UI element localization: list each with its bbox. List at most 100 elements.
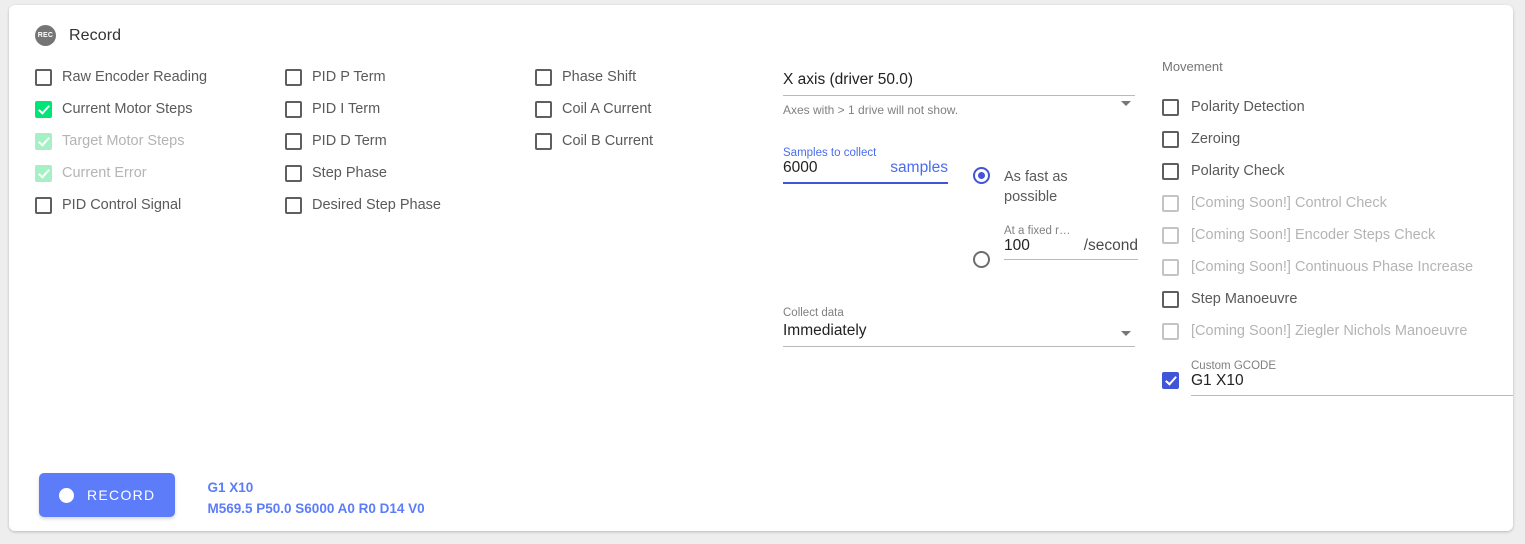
gcode-summary-line-1: G1 X10 — [207, 480, 254, 495]
samples-suffix: samples — [890, 159, 948, 176]
checkbox-label: Step Phase — [312, 165, 387, 181]
checkbox-label: Coil B Current — [562, 133, 654, 149]
signal-checkbox-1-3[interactable]: Step Phase — [285, 157, 441, 189]
capture-settings: X axis (driver 50.0) Axes with > 1 drive… — [783, 71, 1138, 347]
radio-as-fast-as-possible[interactable]: As fast as possible — [973, 167, 1138, 207]
checkbox-label: PID D Term — [312, 133, 387, 149]
movement-checkbox-4: [Coming Soon!] Encoder Steps Check — [1162, 219, 1513, 251]
checkbox[interactable] — [285, 132, 302, 150]
movement-checkbox-list: Polarity Detection Zeroing Polarity Check [… — [1162, 91, 1513, 347]
radio-at-fixed-rate[interactable]: At a fixed r… 100 /second — [973, 225, 1138, 268]
chevron-down-icon — [1121, 331, 1131, 336]
checkbox-label: PID I Term — [312, 101, 381, 117]
checkbox[interactable] — [535, 132, 552, 150]
checkbox-label: [Coming Soon!] Encoder Steps Check — [1191, 227, 1436, 243]
checkbox[interactable] — [1162, 162, 1179, 180]
signal-checkbox-0-4[interactable]: PID Control Signal — [35, 189, 207, 221]
samples-field[interactable]: Samples to collect 6000 samples — [783, 147, 948, 184]
signal-column-2: PID P Term PID I Term PID D Term Step Phase… — [285, 61, 441, 221]
radio-fast-indicator[interactable] — [973, 167, 990, 184]
gcode-summary: G1 X10 M569.5 P50.0 S6000 A0 R0 D14 V0 — [207, 473, 424, 519]
checkbox-label: Current Motor Steps — [62, 101, 193, 117]
checkbox-label: Raw Encoder Reading — [62, 69, 208, 85]
checkbox[interactable] — [1162, 98, 1179, 116]
checkbox[interactable] — [535, 100, 552, 118]
signal-checkbox-0-3: Current Error — [35, 157, 207, 189]
checkbox[interactable] — [1162, 130, 1179, 148]
axis-select[interactable]: X axis (driver 50.0) Axes with > 1 drive… — [783, 71, 1135, 117]
checkbox[interactable] — [535, 68, 552, 86]
axis-helper-text: Axes with > 1 drive will not show. — [783, 103, 959, 117]
checkbox[interactable] — [35, 68, 52, 86]
signal-column-1: Raw Encoder Reading Current Motor Steps Ta… — [35, 61, 207, 221]
checkbox[interactable] — [285, 196, 302, 214]
custom-gcode-field[interactable]: Custom GCODE G1 X10 — [1162, 360, 1513, 396]
checkbox[interactable] — [285, 164, 302, 182]
movement-checkbox-6[interactable]: Step Manoeuvre — [1162, 283, 1513, 315]
rec-icon: REC — [35, 25, 56, 46]
signal-checkbox-0-1[interactable]: Current Motor Steps — [35, 93, 207, 125]
checkbox-label: [Coming Soon!] Control Check — [1191, 195, 1387, 211]
fixed-rate-label: At a fixed r… — [1004, 225, 1071, 237]
signal-checkbox-0-2: Target Motor Steps — [35, 125, 207, 157]
fixed-rate-field[interactable]: At a fixed r… 100 /second — [1004, 225, 1138, 260]
movement-checkbox-1[interactable]: Zeroing — [1162, 123, 1513, 155]
checkbox — [1162, 226, 1179, 244]
record-dot-icon — [59, 487, 74, 503]
signal-checkbox-0-0[interactable]: Raw Encoder Reading — [35, 61, 207, 93]
fixed-rate-suffix: /second — [1083, 237, 1138, 254]
record-button-label: RECORD — [87, 487, 156, 503]
checkbox-label: Current Error — [62, 165, 147, 181]
radio-fixed-indicator[interactable] — [973, 251, 990, 268]
custom-gcode-checkbox[interactable] — [1162, 372, 1179, 389]
signal-checkbox-1-4[interactable]: Desired Step Phase — [285, 189, 441, 221]
signal-checkbox-2-0[interactable]: Phase Shift — [535, 61, 653, 93]
fixed-rate-input[interactable]: 100 — [1004, 237, 1030, 255]
checkbox-label: [Coming Soon!] Ziegler Nichols Manoeuvre — [1191, 323, 1468, 339]
checkbox[interactable] — [1162, 290, 1179, 308]
collect-data-value: Immediately — [783, 322, 867, 339]
movement-checkbox-2[interactable]: Polarity Check — [1162, 155, 1513, 187]
signal-checkbox-1-0[interactable]: PID P Term — [285, 61, 441, 93]
movement-checkbox-3: [Coming Soon!] Control Check — [1162, 187, 1513, 219]
checkbox-label: PID Control Signal — [62, 197, 182, 213]
checkbox[interactable] — [285, 100, 302, 118]
checkbox-label: Target Motor Steps — [62, 133, 185, 149]
custom-gcode-label: Custom GCODE — [1191, 360, 1276, 372]
movement-checkbox-7: [Coming Soon!] Ziegler Nichols Manoeuvre — [1162, 315, 1513, 347]
checkbox — [1162, 194, 1179, 212]
axis-select-underline — [783, 95, 1135, 96]
checkbox[interactable] — [35, 100, 52, 118]
collect-data-underline — [783, 346, 1135, 347]
samples-underline — [783, 182, 948, 184]
chevron-down-icon — [1121, 101, 1131, 106]
axis-select-value: X axis (driver 50.0) — [783, 71, 914, 88]
signal-column-3: Phase Shift Coil A Current Coil B Current — [535, 61, 653, 157]
samples-input[interactable]: 6000 — [783, 159, 817, 177]
checkbox-label: Polarity Detection — [1191, 99, 1305, 115]
movement-checkbox-0[interactable]: Polarity Detection — [1162, 91, 1513, 123]
record-button[interactable]: RECORD — [39, 473, 176, 517]
checkbox — [35, 132, 52, 150]
movement-checkbox-5: [Coming Soon!] Continuous Phase Increase — [1162, 251, 1513, 283]
checkbox — [1162, 322, 1179, 340]
signal-checkbox-1-2[interactable]: PID D Term — [285, 125, 441, 157]
checkbox[interactable] — [285, 68, 302, 86]
custom-gcode-underline — [1191, 395, 1513, 396]
panel-header: REC Record — [35, 25, 121, 46]
custom-gcode-input[interactable]: G1 X10 — [1191, 372, 1513, 395]
checkbox-label: Phase Shift — [562, 69, 637, 85]
checkbox[interactable] — [35, 196, 52, 214]
checkbox-label: Coil A Current — [562, 101, 652, 117]
footer-bar: RECORD G1 X10 M569.5 P50.0 S6000 A0 R0 D… — [39, 473, 425, 519]
collect-data-select[interactable]: Collect data Immediately — [783, 307, 1135, 347]
rate-options: As fast as possible At a fixed r… 100 /s… — [973, 167, 1138, 268]
collect-data-label: Collect data — [783, 307, 844, 319]
fixed-rate-underline — [1004, 259, 1138, 260]
signal-checkbox-2-1[interactable]: Coil A Current — [535, 93, 653, 125]
signal-checkbox-1-1[interactable]: PID I Term — [285, 93, 441, 125]
checkbox-label: Zeroing — [1191, 131, 1241, 147]
record-panel-card: REC Record Raw Encoder Reading Current Mo… — [9, 5, 1513, 531]
page-title: Record — [69, 26, 122, 44]
signal-checkbox-2-2[interactable]: Coil B Current — [535, 125, 653, 157]
